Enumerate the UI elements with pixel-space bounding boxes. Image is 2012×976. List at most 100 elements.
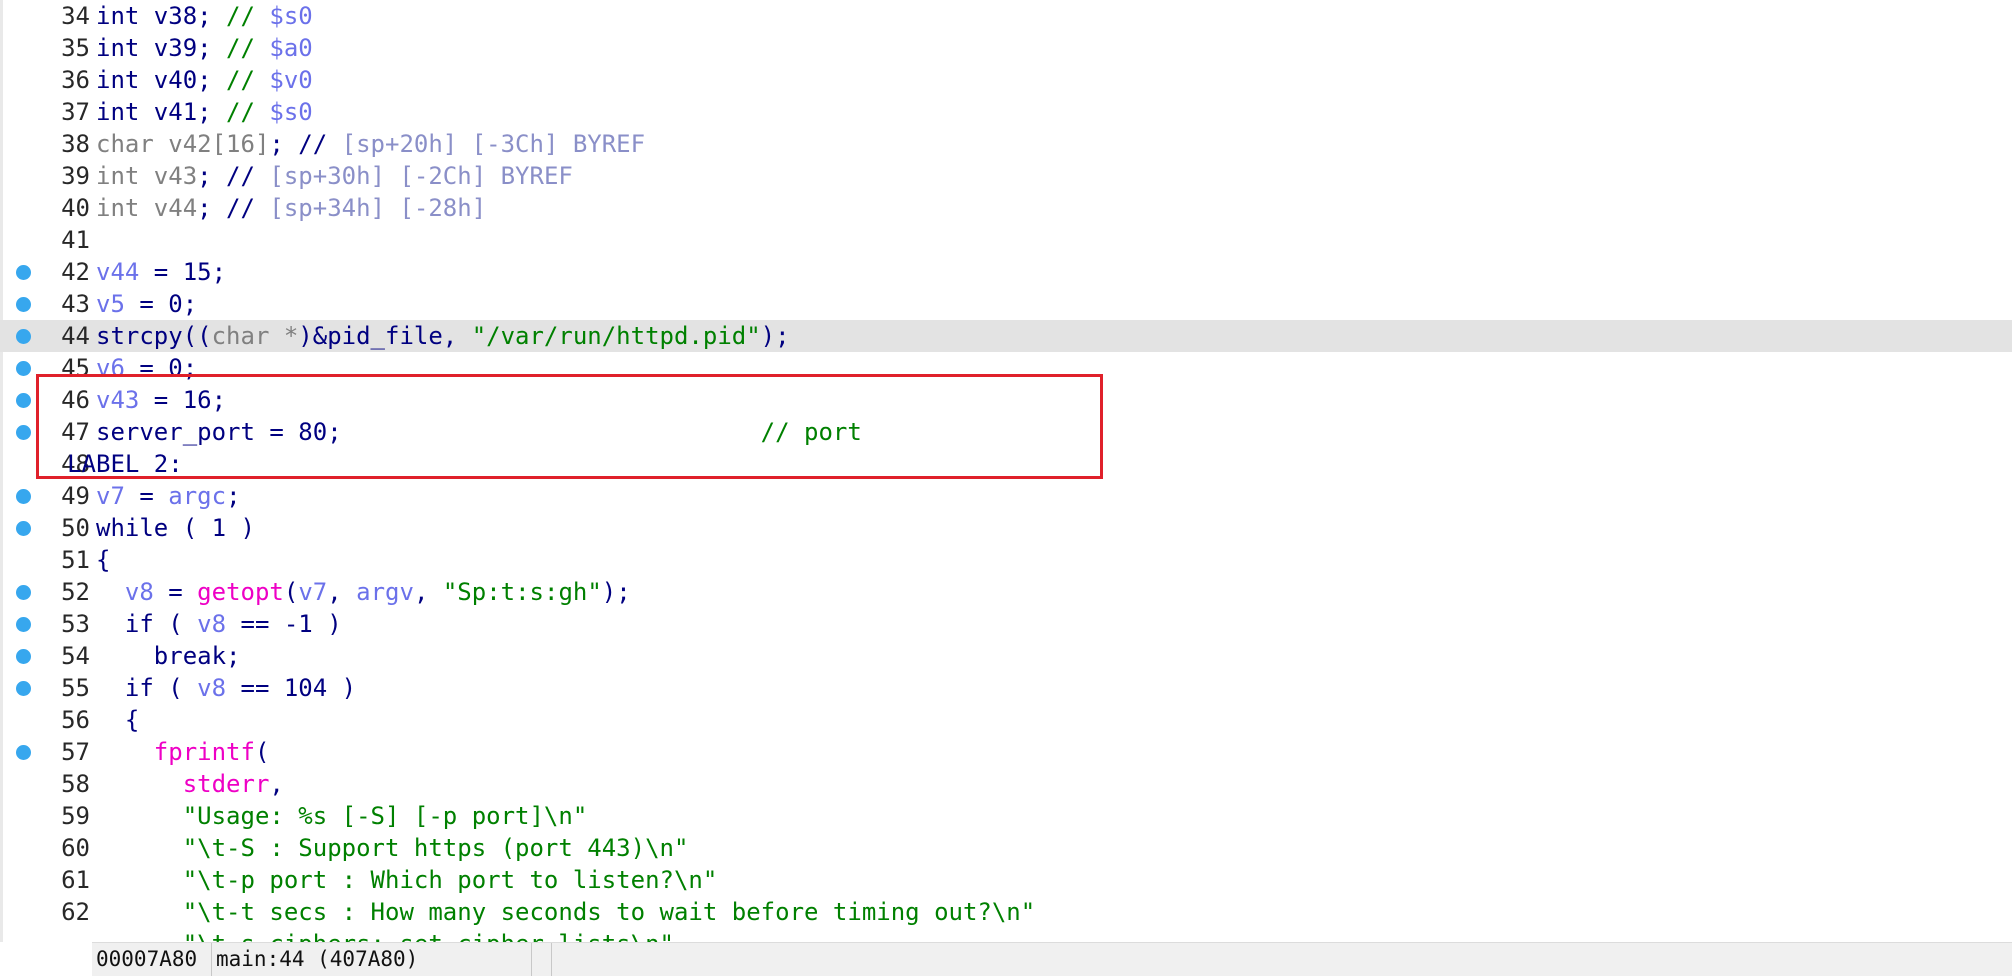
code-line[interactable]: 46 v43 = 16; (0, 384, 2012, 416)
code-text: int v40; // $v0 (96, 64, 313, 96)
code-line[interactable]: 54 break; (0, 640, 2012, 672)
code-text: v8 = getopt(v7, argv, "Sp:t:s:gh"); (96, 576, 631, 608)
code-token: $s0 (269, 2, 313, 30)
breakpoint-dot-icon[interactable] (16, 585, 31, 600)
pseudocode-editor[interactable]: 34 int v38; // $s0 35 int v39; // $a0 36 int … (0, 0, 2012, 942)
code-text: break; (96, 640, 241, 672)
code-token: argv (356, 578, 414, 606)
status-bar-spacer (0, 942, 92, 976)
breakpoint-dot-icon[interactable] (16, 681, 31, 696)
code-line[interactable]: 50 while ( 1 ) (0, 512, 2012, 544)
breakpoint-dot-icon[interactable] (16, 297, 31, 312)
code-token: "Sp:t:s:gh" (442, 578, 602, 606)
code-line[interactable]: 41 (0, 224, 2012, 256)
code-text: "\t-S : Support https (port 443)\n" (96, 832, 689, 864)
code-line[interactable]: 59 "Usage: %s [-S] [-p port]\n" (0, 800, 2012, 832)
code-line[interactable]: 39 int v43; // [sp+30h] [-2Ch] BYREF (0, 160, 2012, 192)
code-line[interactable]: 47 server_port = 80; // port (0, 416, 2012, 448)
code-token: ; // (197, 194, 270, 222)
line-number: 34 (61, 2, 90, 30)
code-token: , (327, 578, 357, 606)
code-text: int v38; // $s0 (96, 0, 313, 32)
code-token: { (124, 706, 140, 734)
code-token: ; (226, 482, 241, 510)
code-token: == -1 ) (226, 610, 342, 638)
code-line[interactable]: 51{ (0, 544, 2012, 576)
code-token: v44 (96, 258, 140, 286)
code-line[interactable]: 37 int v41; // $s0 (0, 96, 2012, 128)
code-token: = (124, 482, 169, 510)
code-line[interactable]: 36 int v40; // $v0 (0, 64, 2012, 96)
code-text: "\t-s ciphers: set cipher lists\n" (96, 928, 674, 942)
code-text: v5 = 0; (96, 288, 197, 320)
code-line[interactable]: 45 v6 = 0; (0, 352, 2012, 384)
code-token: v8 (197, 674, 227, 702)
code-token: if ( (124, 674, 198, 702)
code-token: [16] (211, 130, 270, 158)
breakpoint-dot-icon[interactable] (16, 425, 31, 440)
line-number: 51 (61, 546, 90, 574)
code-line[interactable]: 57 fprintf( (0, 736, 2012, 768)
code-line[interactable]: 40 int v44; // [sp+34h] [-28h] (0, 192, 2012, 224)
code-token: v43 (96, 386, 140, 414)
breakpoint-dot-icon[interactable] (16, 745, 31, 760)
code-line[interactable]: 52 v8 = getopt(v7, argv, "Sp:t:s:gh"); (0, 576, 2012, 608)
line-number: 45 (61, 354, 90, 382)
code-token: server_port = 80; (96, 418, 761, 446)
code-line[interactable]: 55 if ( v8 == 104 ) (0, 672, 2012, 704)
code-line[interactable]: 61 "\t-p port : Which port to listen?\n" (0, 864, 2012, 896)
breakpoint-dot-icon[interactable] (16, 649, 31, 664)
line-number: 60 (61, 834, 90, 862)
code-token: while ( 1 ) (96, 514, 255, 542)
code-line[interactable]: 35 int v39; // $a0 (0, 32, 2012, 64)
code-line[interactable]: 60 "\t-S : Support https (port 443)\n" (0, 832, 2012, 864)
code-token: strcpy(( (96, 322, 212, 350)
breakpoint-dot-icon[interactable] (16, 265, 31, 280)
breakpoint-dot-icon[interactable] (16, 329, 31, 344)
code-text: v43 = 16; (96, 384, 226, 416)
breakpoint-dot-icon[interactable] (16, 521, 31, 536)
line-number: 55 (61, 674, 90, 702)
status-address: 00007A80 (92, 943, 212, 976)
code-text: "\t-t secs : How many seconds to wait be… (96, 896, 1036, 928)
status-bar: 00007A80 main:44 (407A80) (92, 942, 2012, 976)
code-line[interactable]: 49 v7 = argc; (0, 480, 2012, 512)
code-token: getopt (197, 578, 284, 606)
code-line[interactable]: 53 if ( v8 == -1 ) (0, 608, 2012, 640)
code-line[interactable]: 62 "\t-t secs : How many seconds to wait… (0, 896, 2012, 928)
breakpoint-dot-icon[interactable] (16, 617, 31, 632)
code-token: int v44 (96, 194, 198, 222)
code-line[interactable]: 56 { (0, 704, 2012, 736)
code-text: if ( v8 == -1 ) (96, 608, 342, 640)
code-line[interactable]: 44 strcpy((char *)&pid_file, "/var/run/ht… (0, 320, 2012, 352)
line-number: 37 (61, 98, 90, 126)
code-token: v7 (96, 482, 125, 510)
code-token: int v40; (96, 66, 227, 94)
code-line[interactable]: "\t-s ciphers: set cipher lists\n" (0, 928, 2012, 942)
code-line[interactable]: 58 stderr, (0, 768, 2012, 800)
code-token: ( (254, 738, 270, 766)
code-line[interactable]: 43 v5 = 0; (0, 288, 2012, 320)
code-text: LABEL_2: (67, 448, 183, 480)
code-text: char v42[16]; // [sp+20h] [-3Ch] BYREF (96, 128, 645, 160)
breakpoint-dot-icon[interactable] (16, 489, 31, 504)
code-token: // (226, 66, 270, 94)
breakpoint-dot-icon[interactable] (16, 393, 31, 408)
code-line[interactable]: 42 v44 = 15; (0, 256, 2012, 288)
code-line[interactable]: 34 int v38; // $s0 (0, 0, 2012, 32)
code-token: ( (283, 578, 299, 606)
code-text: fprintf( (96, 736, 270, 768)
code-token: "\t-p port : Which port to listen?\n" (182, 866, 718, 894)
line-number: 36 (61, 66, 90, 94)
breakpoint-dot-icon[interactable] (16, 361, 31, 376)
code-text: if ( v8 == 104 ) (96, 672, 356, 704)
code-token: $v0 (269, 66, 313, 94)
code-token: == 104 ) (226, 674, 357, 702)
code-line[interactable]: 38 char v42[16]; // [sp+20h] [-3Ch] BYREF (0, 128, 2012, 160)
line-number: 42 (61, 258, 90, 286)
code-token: [sp+20h] [-3Ch] BYREF (341, 130, 646, 158)
code-line[interactable]: 48 LABEL_2: (0, 448, 2012, 480)
